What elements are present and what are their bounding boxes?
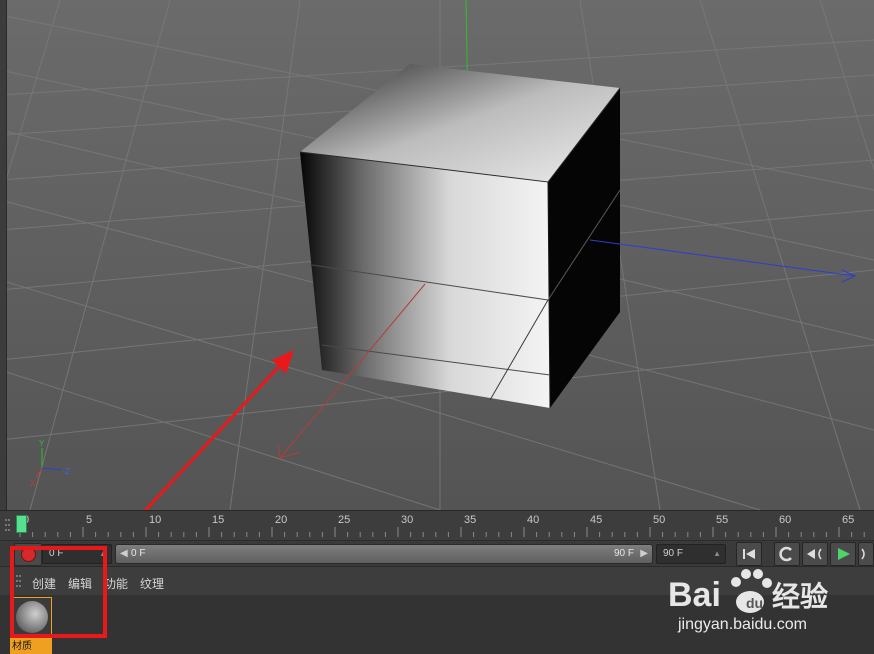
logo-bai: Bai	[668, 576, 721, 614]
range-end-label: 90 F	[613, 548, 634, 559]
viewport-canvas[interactable]: Y Z X	[0, 0, 874, 510]
end-frame-field[interactable]: 90 F ▲	[656, 544, 726, 564]
logo-jingyan: 经验	[772, 580, 828, 613]
end-frame-value: 90 F	[663, 548, 684, 559]
timeline-tick-label: 65	[842, 514, 855, 526]
range-right-arrow-icon[interactable]: ▶	[640, 545, 648, 563]
frame-range-slider[interactable]: ◀ 0 F 90 F ▶	[115, 544, 653, 564]
perspective-viewport[interactable]: Y Z X	[0, 0, 874, 510]
viewport-left-edge	[0, 0, 7, 510]
range-left-arrow-icon[interactable]: ◀	[120, 545, 128, 563]
gizmo-z-label: Z	[65, 467, 70, 476]
timeline-tick-label: 20	[275, 514, 288, 526]
cinema4d-window: Y Z X 05101520253035404550556065 0 F ▲ ◀…	[0, 0, 874, 654]
gizmo-x-label: X	[30, 479, 36, 488]
timeline-tick-label: 30	[401, 514, 414, 526]
timeline-tick-label: 5	[86, 514, 93, 526]
material-name[interactable]: 材质	[10, 639, 52, 654]
timeline-tick-label: 50	[653, 514, 666, 526]
timeline-ticks	[19, 527, 865, 537]
timeline-tick-label: 45	[590, 514, 603, 526]
timeline-tick-label: 15	[212, 514, 225, 526]
spinner-icon[interactable]: ▲	[713, 545, 721, 563]
timeline-playhead[interactable]	[16, 515, 27, 533]
timeline-tick-label: 55	[716, 514, 729, 526]
baidu-logo-icon: Bai du 经验	[668, 569, 828, 614]
timeline-tick-label: 40	[527, 514, 540, 526]
watermark-url: jingyan.baidu.com	[678, 616, 807, 633]
timeline-tick-label: 25	[338, 514, 351, 526]
timeline-tick-label: 35	[464, 514, 477, 526]
cube-object	[299, 64, 621, 409]
timeline-ruler[interactable]: 05101520253035404550556065	[0, 510, 874, 541]
timeline-tick-label: 10	[149, 514, 162, 526]
svg-text:du: du	[746, 595, 763, 611]
baidu-jingyan-watermark: Bai du 经验 jingyan.baidu.com	[668, 562, 868, 642]
menu-function[interactable]: 功能	[104, 575, 128, 592]
range-start-label: 0 F	[131, 548, 146, 559]
gizmo-y-label: Y	[39, 439, 45, 448]
timeline-tick-label: 60	[779, 514, 792, 526]
menu-texture[interactable]: 纹理	[140, 575, 164, 592]
annotation-highlight-box	[10, 546, 107, 638]
